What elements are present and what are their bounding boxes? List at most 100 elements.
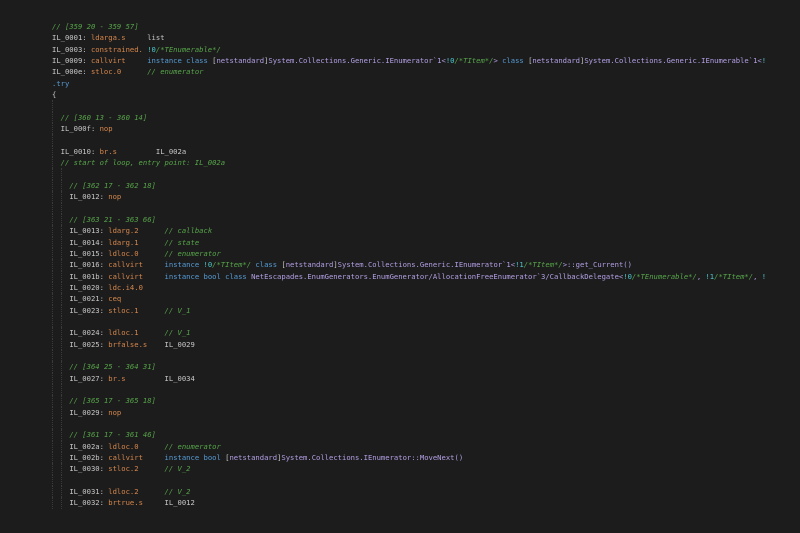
type-name-token: System.Collections.IEnumerator::MoveNext… [281,453,464,463]
code-line[interactable]: // [364 25 - 364 31] [52,361,800,373]
opcode-token: nop [108,407,122,417]
code-line[interactable]: IL_002a: ldloc.0 // enumerator [52,440,800,453]
type-name-token: System.Collections.Generic.IEnumerator`1… [268,56,446,66]
indent-guide [52,474,53,487]
code-line[interactable]: // [363 21 - 363 66] [52,213,800,226]
code-line[interactable] [52,474,800,487]
indent-guide [60,474,62,487]
indent-guide [52,327,53,339]
comment-token: // [360 13 - 360 14] [60,112,148,122]
code-line[interactable]: IL_0014: ldarg.1 // state [52,236,800,248]
code-line[interactable]: // [362 17 - 362 18] [52,179,800,192]
label-token: IL_0025: [69,339,109,349]
indent-guide [60,293,62,305]
indent-guide [60,338,62,350]
indent-guide [52,395,53,407]
indent-guide [60,179,62,192]
indent-guide [52,145,53,158]
comment-token: // [364 25 - 364 31] [69,362,156,372]
code-line[interactable]: IL_0030: stloc.2 // V_2 [52,463,800,475]
label-token: IL_0015: [69,248,109,258]
opcode-token: callvirt [108,271,165,281]
code-line[interactable]: IL_0012: nop [52,191,800,203]
comment-token: /*TItem*/ [523,260,563,270]
code-line[interactable]: // [359 20 - 359 57] [52,21,800,32]
indent-guide [52,349,53,362]
indent-guide [60,247,62,260]
code-line[interactable]: IL_000e: stloc.0 // enumerator [52,66,800,77]
code-line[interactable] [52,418,800,430]
code-line[interactable]: IL_0025: brfalse.s IL_0029 [52,338,800,350]
comment-token: // enumerator [164,248,221,258]
code-line[interactable]: IL_0010: br.s IL_002a [52,145,800,158]
code-line[interactable]: // [365 17 - 365 18] [52,395,800,407]
code-line[interactable] [52,202,800,214]
code-line[interactable]: IL_0020: ldc.i4.0 [52,281,800,294]
label-token: IL_0016: [69,260,109,270]
comment-token: // V_1 [164,305,191,315]
code-line[interactable]: IL_000f: nop [52,123,800,135]
code-line[interactable]: IL_0009: callvirt instance class [netsta… [52,55,800,66]
indent-guide [52,123,53,135]
label-token: IL_0003: [52,44,91,54]
indent-guide [52,157,53,169]
code-line[interactable]: // [360 13 - 360 14] [52,111,800,124]
code-line[interactable]: IL_0031: ldloc.2 // V_2 [52,486,800,498]
code-line[interactable]: IL_002b: callvirt instance bool [netstan… [52,452,800,464]
code-line[interactable] [52,315,800,328]
code-line[interactable]: IL_0024: ldloc.1 // V_1 [52,327,800,339]
type-name-token: , [753,271,762,281]
code-line[interactable]: IL_0027: br.s IL_0034 [52,372,800,384]
indent-guide [52,247,53,260]
indent-guide [60,361,62,373]
code-line[interactable]: IL_0003: constrained. !0/*TEnumerable*/ [52,44,800,55]
label-token: IL_0012 [164,498,195,508]
code-line[interactable]: // [361 17 - 361 46] [52,429,800,441]
opcode-token: nop [108,192,122,202]
opcode-token: ldarga.s [90,33,148,43]
indent-guide [60,236,62,248]
keyword-token: class [251,260,282,270]
label-token: IL_002a [155,146,187,156]
label-token: IL_002b: [69,453,109,463]
label-token: IL_0034 [164,373,195,383]
code-line[interactable]: IL_0029: nop [52,406,800,419]
keyword-token: instance bool class [164,271,252,281]
code-line[interactable] [52,384,800,396]
comment-token: // [359 20 - 359 57] [52,22,139,31]
generic-param-token: !0 [203,260,213,270]
indent-guide [60,168,62,180]
code-line[interactable]: IL_001b: callvirt instance bool class Ne… [52,270,800,282]
code-line[interactable]: IL_0015: ldloc.0 // enumerator [52,247,800,260]
code-line[interactable] [52,100,800,112]
comment-token: // [365 17 - 365 18] [69,396,156,406]
code-line[interactable]: .try [52,78,800,89]
code-line[interactable] [52,349,800,362]
comment-token: /*TItem*/ [714,271,754,281]
comment-token: // V_1 [164,328,191,338]
code-line[interactable]: IL_0016: callvirt instance !0/*TItem*/ c… [52,259,800,271]
indent-guide [60,418,62,430]
opcode-token: stloc.0 [90,67,148,77]
label-token: IL_0030: [69,464,109,474]
indent-guide [60,384,62,396]
indent-guide [52,429,53,441]
indent-guide [52,213,53,226]
code-line[interactable] [52,168,800,180]
code-line[interactable]: IL_0032: brtrue.s IL_0012 [52,497,800,509]
code-line[interactable]: { [52,89,800,100]
type-name-token: > [493,56,503,66]
label-token: IL_0012: [69,192,109,202]
code-line[interactable]: // start of loop, entry point: IL_002a [52,157,800,169]
label-token: IL_002a: [69,441,109,451]
type-name-token: >::get_Current() [562,260,632,270]
code-line[interactable]: IL_0023: stloc.1 // V_1 [52,304,800,316]
code-line[interactable]: IL_0013: ldarg.2 // callback [52,225,800,237]
code-line[interactable]: IL_0021: ceq [52,293,800,305]
code-line[interactable]: IL_0001: ldarga.s list [52,32,800,43]
indent-guide [52,236,53,248]
il-code-editor[interactable]: // [359 20 - 359 57] IL_0001: ldarga.s li… [52,21,800,509]
code-line[interactable] [52,134,800,146]
indent-guide [60,349,62,362]
label-token: IL_0031: [69,487,109,497]
